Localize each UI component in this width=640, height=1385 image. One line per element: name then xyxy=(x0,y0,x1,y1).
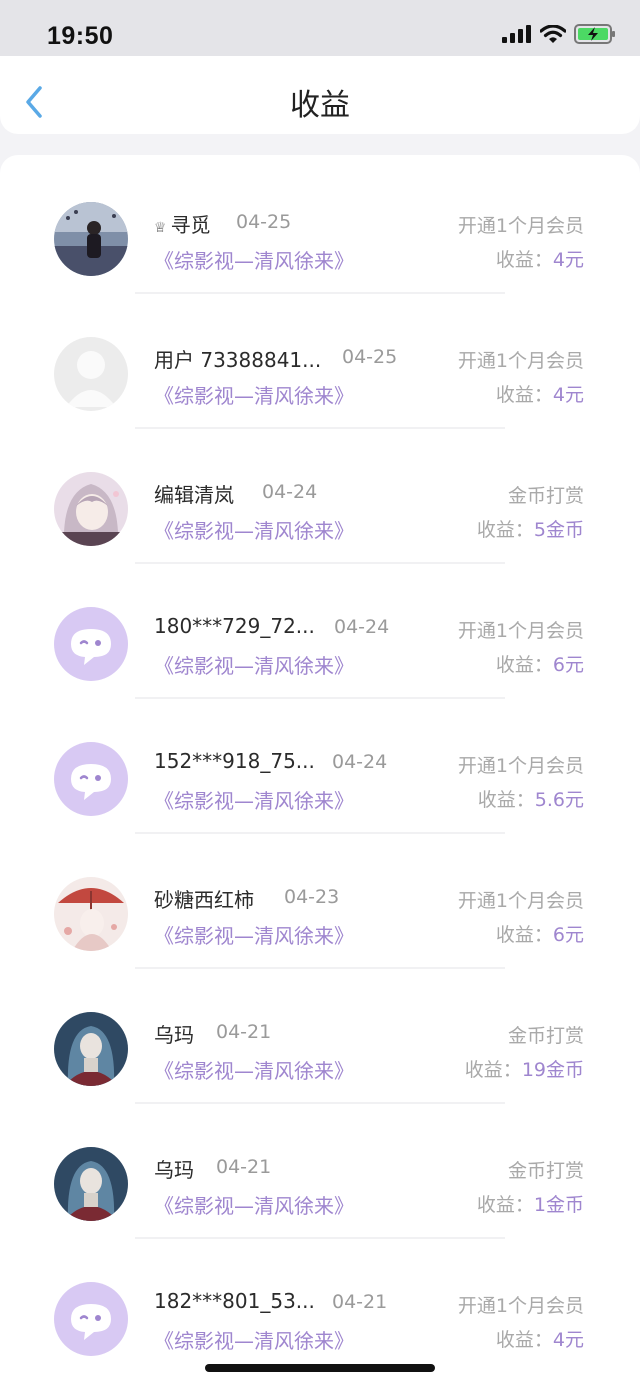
earning-amount: 收益：19金币 xyxy=(464,1059,584,1081)
crown-icon: ♕ xyxy=(154,220,167,236)
cellular-signal-icon xyxy=(502,25,531,43)
earning-item[interactable]: 用户 73388841... 04-25 《综影视—清风徐来》 开通1个月会员 … xyxy=(0,290,640,429)
default-user-avatar[interactable] xyxy=(54,337,128,411)
earning-item[interactable]: 152***918_75... 04-24 《综影视—清风徐来》 开通1个月会员… xyxy=(0,695,640,834)
user-name: 用户 73388841... xyxy=(154,348,322,372)
status-icons xyxy=(502,24,616,44)
item-date: 04-21 xyxy=(216,1156,272,1178)
earning-amount: 收益：6元 xyxy=(495,924,584,946)
earning-amount: 收益：1金币 xyxy=(476,1194,584,1216)
earning-type: 开通1个月会员 xyxy=(457,215,584,237)
chat-bubble-avatar[interactable] xyxy=(54,1282,128,1356)
user-name: 乌玛 xyxy=(154,1023,194,1047)
status-time: 19:50 xyxy=(47,22,114,50)
earning-item[interactable]: 180***729_72... 04-24 《综影视—清风徐来》 开通1个月会员… xyxy=(0,560,640,699)
earning-amount: 收益：5金币 xyxy=(476,519,584,541)
chat-bubble-avatar[interactable] xyxy=(54,742,128,816)
home-indicator[interactable] xyxy=(205,1364,435,1372)
earnings-list: ♕ 寻觅 04-25 《综影视—清风徐来》 开通1个月会员 收益：4元 用户 73… xyxy=(0,155,640,1385)
page-title: 收益 xyxy=(290,88,350,123)
user-name: 152***918_75... xyxy=(154,749,315,773)
book-title[interactable]: 《综影视—清风徐来》 xyxy=(154,650,354,679)
earning-amount: 收益：4元 xyxy=(495,1329,584,1351)
anime-dark-avatar[interactable] xyxy=(54,1012,128,1086)
battery-charging-icon xyxy=(574,24,615,44)
item-date: 04-21 xyxy=(332,1291,388,1313)
book-title[interactable]: 《综影视—清风徐来》 xyxy=(154,1325,354,1354)
item-date: 04-23 xyxy=(284,886,340,908)
earning-amount: 收益：4元 xyxy=(495,249,584,271)
status-bar: 19:50 xyxy=(0,0,640,56)
earning-type: 金币打赏 xyxy=(507,485,584,507)
earning-item[interactable]: 乌玛 04-21 《综影视—清风徐来》 金币打赏 收益：19金币 xyxy=(0,965,640,1104)
user-name: ♕ 寻觅 xyxy=(154,213,211,237)
book-title[interactable]: 《综影视—清风徐来》 xyxy=(154,380,354,409)
item-date: 04-25 xyxy=(342,346,398,368)
earning-type: 开通1个月会员 xyxy=(457,350,584,372)
item-date: 04-21 xyxy=(216,1021,272,1043)
book-title[interactable]: 《综影视—清风徐来》 xyxy=(154,1190,354,1219)
user-name: 编辑清岚 xyxy=(154,483,234,507)
earning-type: 金币打赏 xyxy=(507,1025,584,1047)
book-title[interactable]: 《综影视—清风徐来》 xyxy=(154,245,354,274)
item-date: 04-24 xyxy=(262,481,318,503)
earning-item[interactable]: 砂糖西红柿 04-23 《综影视—清风徐来》 开通1个月会员 收益：6元 xyxy=(0,830,640,969)
earning-amount: 收益：6元 xyxy=(495,654,584,676)
earning-type: 开通1个月会员 xyxy=(457,1295,584,1317)
book-title[interactable]: 《综影视—清风徐来》 xyxy=(154,920,354,949)
earning-amount: 收益：5.6元 xyxy=(477,789,584,811)
user-name: 180***729_72... xyxy=(154,614,315,638)
earning-type: 开通1个月会员 xyxy=(457,890,584,912)
user-name: 砂糖西红柿 xyxy=(154,888,254,912)
photo-avatar[interactable] xyxy=(54,202,128,276)
umbrella-avatar[interactable] xyxy=(54,877,128,951)
nav-header: 收益 xyxy=(0,56,640,134)
book-title[interactable]: 《综影视—清风徐来》 xyxy=(154,1055,354,1084)
earning-amount: 收益：4元 xyxy=(495,384,584,406)
earning-item[interactable]: 编辑清岚 04-24 《综影视—清风徐来》 金币打赏 收益：5金币 xyxy=(0,425,640,564)
item-date: 04-24 xyxy=(334,616,390,638)
book-title[interactable]: 《综影视—清风徐来》 xyxy=(154,785,354,814)
book-title[interactable]: 《综影视—清风徐来》 xyxy=(154,515,354,544)
item-date: 04-24 xyxy=(332,751,388,773)
earning-type: 开通1个月会员 xyxy=(457,755,584,777)
item-date: 04-25 xyxy=(236,211,292,233)
earning-type: 开通1个月会员 xyxy=(457,620,584,642)
earning-item[interactable]: 乌玛 04-21 《综影视—清风徐来》 金币打赏 收益：1金币 xyxy=(0,1100,640,1239)
earning-type: 金币打赏 xyxy=(507,1160,584,1182)
earning-item[interactable]: 182***801_53... 04-21 《综影视—清风徐来》 开通1个月会员… xyxy=(0,1235,640,1369)
user-name: 乌玛 xyxy=(154,1158,194,1182)
anime-avatar[interactable] xyxy=(54,472,128,546)
wifi-icon xyxy=(540,24,566,43)
anime-dark-avatar[interactable] xyxy=(54,1147,128,1221)
chat-bubble-avatar[interactable] xyxy=(54,607,128,681)
user-name: 182***801_53... xyxy=(154,1289,315,1313)
earning-item[interactable]: ♕ 寻觅 04-25 《综影视—清风徐来》 开通1个月会员 收益：4元 xyxy=(0,155,640,294)
